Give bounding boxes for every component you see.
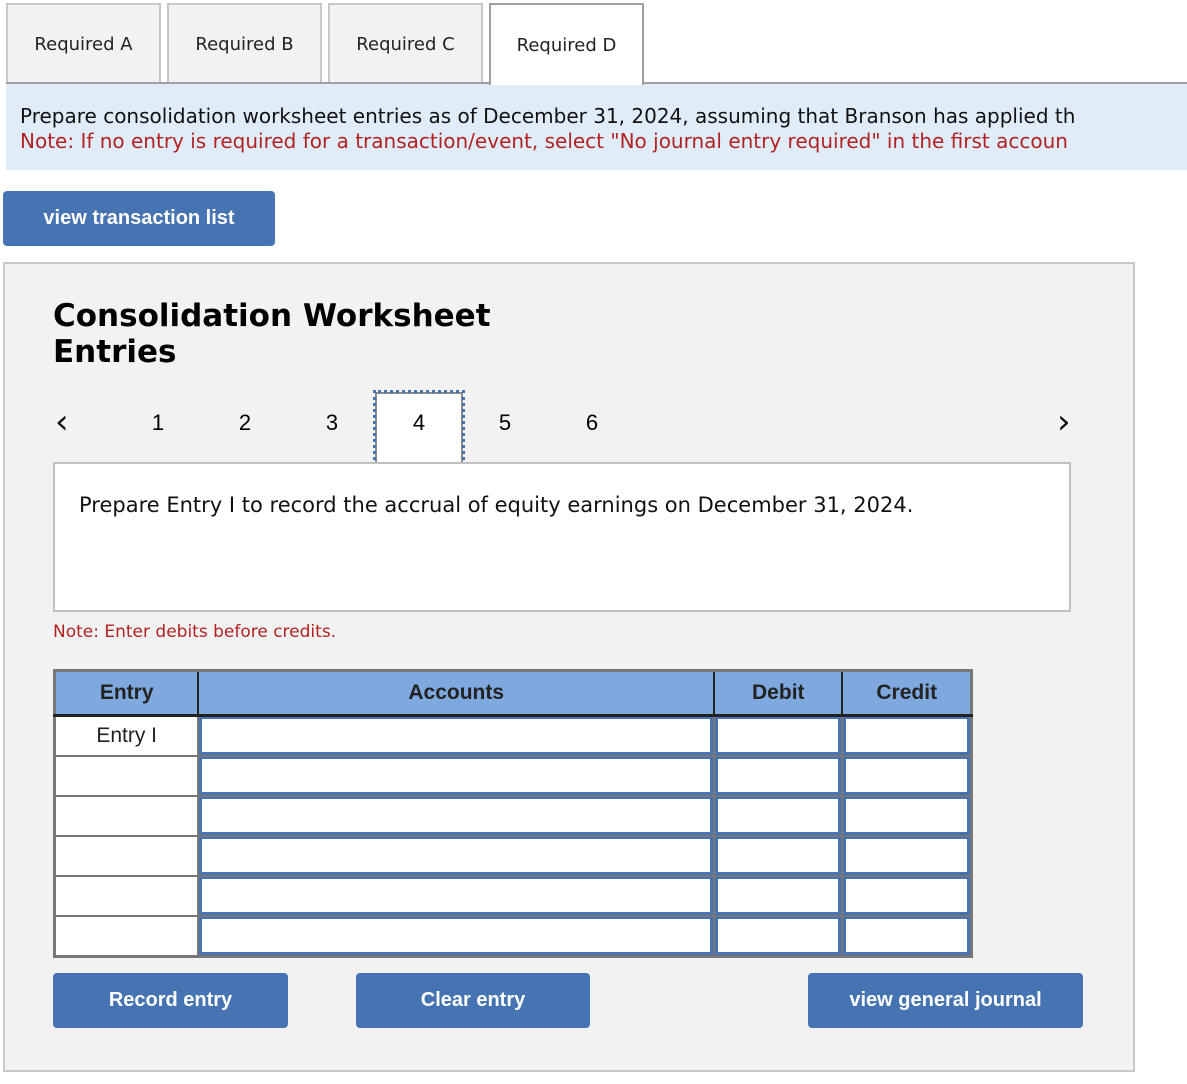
tab-required-b[interactable]: Required B [167,3,322,83]
debit-input-cell [713,714,844,757]
table-row [53,915,973,958]
view-general-journal-button[interactable]: view general journal [808,973,1083,1028]
tab-label: Required D [516,34,617,56]
credit-input-cell [841,714,973,757]
account-dropdown[interactable] [199,717,714,755]
debit-input[interactable] [715,917,842,955]
header-debit: Debit [713,670,844,717]
entry-label: Entry I [53,714,200,757]
table-row [53,875,973,917]
debit-input-cell [713,755,844,797]
header-entry: Entry [54,670,200,717]
record-entry-button[interactable]: Record entry [53,973,288,1028]
table-row: Entry I [53,714,973,757]
question-text: Prepare Entry I to record the accrual of… [79,493,914,517]
page-5[interactable]: 5 [490,410,520,436]
account-dropdown-cell [197,755,716,797]
debit-input-cell [713,835,844,877]
account-dropdown-cell [197,714,716,757]
panel-title: Consolidation Worksheet Entries [53,298,491,370]
account-dropdown[interactable] [199,877,714,915]
credit-input[interactable] [843,877,970,915]
account-dropdown[interactable] [199,797,714,835]
page-4[interactable]: 4 [404,410,434,436]
entry-label [53,915,200,958]
table-row [53,795,973,837]
header-credit: Credit [841,670,973,717]
debit-input[interactable] [715,717,842,755]
credit-input[interactable] [843,717,970,755]
table-header-row: Entry Accounts Debit Credit [54,670,973,717]
entry-pager: ‹ 1 2 3 4 5 6 › [5,390,1133,466]
account-dropdown-cell [197,875,716,917]
table-row [53,835,973,877]
question-box: Prepare Entry I to record the accrual of… [53,462,1071,612]
journal-entry-table: Entry Accounts Debit Credit Entry I [53,669,973,958]
page-3[interactable]: 3 [317,410,347,436]
instructions-text: Prepare consolidation worksheet entries … [20,104,1076,128]
credit-input[interactable] [843,837,970,875]
clear-entry-button[interactable]: Clear entry [356,973,590,1028]
entry-label [53,835,200,877]
credit-input-cell [841,875,973,917]
tab-required-c[interactable]: Required C [328,3,483,83]
worksheet-panel: Consolidation Worksheet Entries ‹ 1 2 3 … [3,262,1135,1072]
debit-input[interactable] [715,757,842,795]
tab-label: Required B [195,33,294,55]
credit-input[interactable] [843,797,970,835]
credit-input[interactable] [843,757,970,795]
entry-label [53,795,200,837]
credit-input[interactable] [843,917,970,955]
instructions-banner: Prepare consolidation worksheet entries … [6,84,1187,170]
chevron-left-icon[interactable]: ‹ [55,402,69,442]
view-transaction-list-button[interactable]: view transaction list [3,191,275,246]
credit-input-cell [841,915,973,958]
account-dropdown[interactable] [199,917,714,955]
account-dropdown-cell [197,795,716,837]
tab-label: Required A [34,33,133,55]
entry-label [53,875,200,917]
tab-required-d[interactable]: Required D [489,3,644,85]
requirement-tabs: Required A Required B Required C Require… [6,3,650,85]
debit-input[interactable] [715,837,842,875]
debit-input-cell [713,915,844,958]
account-dropdown[interactable] [199,757,714,795]
debit-input-cell [713,875,844,917]
chevron-right-icon[interactable]: › [1057,402,1071,442]
table-row [53,755,973,797]
account-dropdown-cell [197,835,716,877]
page-2[interactable]: 2 [230,410,260,436]
debit-input[interactable] [715,877,842,915]
tab-required-a[interactable]: Required A [6,3,161,83]
header-accounts: Accounts [197,670,716,717]
entry-label [53,755,200,797]
tab-label: Required C [356,33,455,55]
credit-input-cell [841,795,973,837]
debits-note: Note: Enter debits before credits. [53,622,337,642]
page-1[interactable]: 1 [143,410,173,436]
page-6[interactable]: 6 [577,410,607,436]
credit-input-cell [841,835,973,877]
account-dropdown[interactable] [199,837,714,875]
credit-input-cell [841,755,973,797]
debit-input-cell [713,795,844,837]
account-dropdown-cell [197,915,716,958]
debit-input[interactable] [715,797,842,835]
instructions-note: Note: If no entry is required for a tran… [20,129,1068,153]
